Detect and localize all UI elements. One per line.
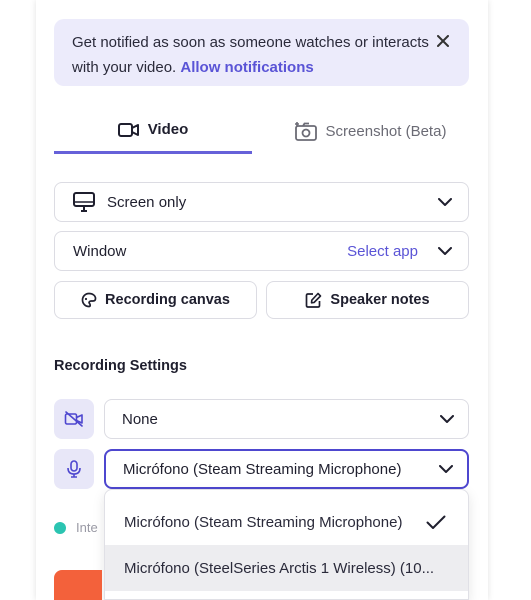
microphone-dropdown: Micrófono (Steam Streaming Microphone) M… <box>104 489 469 600</box>
camera-off-icon <box>64 411 84 427</box>
chevron-down-icon <box>439 462 453 476</box>
microphone-select[interactable]: Micrófono (Steam Streaming Microphone) <box>104 449 469 489</box>
window-label: Window <box>73 242 127 260</box>
recorder-panel: Get notified as soon as someone watches … <box>36 0 488 600</box>
allow-notifications-link[interactable]: Allow notifications <box>180 59 313 76</box>
close-icon[interactable] <box>433 31 453 51</box>
chevron-down-icon <box>438 195 452 209</box>
camera-plus-icon <box>294 121 318 141</box>
chevron-down-icon <box>440 412 454 426</box>
checkmark-icon <box>426 515 446 530</box>
notification-banner: Get notified as soon as someone watches … <box>54 19 469 86</box>
recording-canvas-label: Recording canvas <box>105 292 230 308</box>
monitor-icon <box>73 192 95 212</box>
mic-option[interactable]: Micrófono (SteelSeries Arctis 1 Wireless… <box>105 545 468 591</box>
speaker-notes-label: Speaker notes <box>330 292 430 308</box>
microphone-toggle[interactable] <box>54 449 94 489</box>
capture-mode-value: Screen only <box>107 193 187 211</box>
microphone-value: Micrófono (Steam Streaming Microphone) <box>123 460 402 478</box>
tab-video[interactable]: Video <box>54 108 252 154</box>
camera-select[interactable]: None <box>104 399 469 439</box>
speaker-notes-button[interactable]: Speaker notes <box>266 281 469 319</box>
capture-mode-select[interactable]: Screen only <box>54 182 469 222</box>
tab-screenshot-label: Screenshot (Beta) <box>325 122 447 140</box>
tab-video-label: Video <box>147 121 189 138</box>
start-recording-button[interactable] <box>54 570 102 600</box>
mic-option-label: Micrófono (SteelSeries Arctis 1 Wireless… <box>124 559 435 577</box>
recording-canvas-button[interactable]: Recording canvas <box>54 281 257 319</box>
chevron-down-icon <box>438 244 452 258</box>
palette-icon <box>81 292 97 308</box>
recording-settings-title: Recording Settings <box>54 358 187 374</box>
camera-value: None <box>122 410 158 428</box>
mode-tabs: Video Screenshot (Beta) <box>54 108 469 154</box>
tab-screenshot[interactable]: Screenshot (Beta) <box>271 108 469 154</box>
camera-toggle[interactable] <box>54 399 94 439</box>
partial-label: Inte <box>76 520 98 535</box>
microphone-icon <box>66 460 82 478</box>
edit-note-icon <box>305 292 322 309</box>
window-select[interactable]: Window Select app <box>54 231 469 271</box>
status-dot <box>54 522 66 534</box>
mic-option[interactable]: Micrófono (Steam Streaming Microphone) <box>105 499 468 545</box>
mic-option-label: Micrófono (Steam Streaming Microphone) <box>124 513 403 531</box>
video-camera-icon <box>117 122 140 138</box>
select-app-link[interactable]: Select app <box>347 243 418 260</box>
